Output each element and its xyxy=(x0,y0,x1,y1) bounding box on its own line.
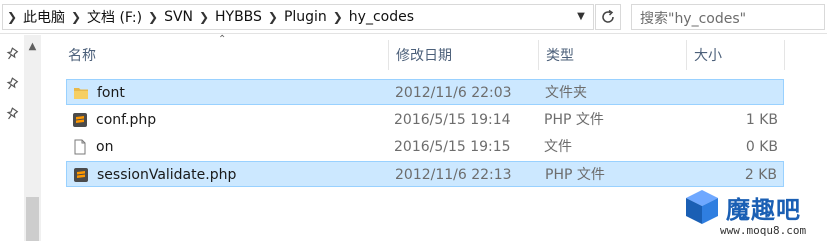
address-toolbar: ❯ 此电脑 ❯ 文档 (F:) ❯ SVN ❯ HYBBS ❯ Plugin ❯… xyxy=(0,0,827,34)
chevron-right-icon[interactable]: ❯ xyxy=(329,10,347,24)
breadcrumb-item-hy-codes[interactable]: hy_codes xyxy=(347,9,416,25)
chevron-down-icon[interactable]: ▼ xyxy=(573,9,589,25)
blank-file-icon xyxy=(74,139,86,155)
file-size: 0 KB xyxy=(745,139,778,155)
file-date: 2016/5/15 19:14 xyxy=(394,112,511,128)
file-name: conf.php xyxy=(96,112,157,128)
file-type: PHP 文件 xyxy=(545,167,605,183)
chevron-right-icon[interactable]: ❯ xyxy=(67,10,85,24)
chevron-right-icon[interactable]: ❯ xyxy=(264,10,282,24)
pin-icon[interactable] xyxy=(5,77,19,91)
sublime-file-icon xyxy=(73,113,87,127)
chevron-right-icon[interactable]: ❯ xyxy=(3,10,21,24)
file-row-conf-php[interactable]: conf.php 2016/5/15 19:14 PHP 文件 1 KB xyxy=(66,107,784,133)
breadcrumb-item-this-pc[interactable]: 此电脑 xyxy=(21,7,67,27)
watermark-logo: 魔趣吧 www.moqu8.com xyxy=(680,186,827,241)
chevron-right-icon[interactable]: ❯ xyxy=(195,10,213,24)
file-type: 文件 xyxy=(544,139,572,155)
column-header-size[interactable]: 大小 xyxy=(686,36,784,72)
scroll-up-arrow-icon[interactable]: ▲ xyxy=(24,41,41,55)
file-row-font[interactable]: font 2012/11/6 22:03 文件夹 xyxy=(66,79,784,105)
file-date: 2012/11/6 22:13 xyxy=(395,167,512,183)
search-input[interactable]: 搜索"hy_codes" xyxy=(631,4,825,30)
breadcrumb-item-svn[interactable]: SVN xyxy=(162,9,195,25)
breadcrumb: ❯ 此电脑 ❯ 文档 (F:) ❯ SVN ❯ HYBBS ❯ Plugin ❯… xyxy=(3,5,416,29)
column-header-name[interactable]: 名称 xyxy=(60,36,388,72)
refresh-button[interactable] xyxy=(595,4,621,30)
file-name: font xyxy=(97,85,125,101)
cube-logo-icon xyxy=(686,190,718,224)
column-divider[interactable] xyxy=(784,40,785,70)
breadcrumb-item-hybbs[interactable]: HYBBS xyxy=(213,9,264,25)
breadcrumb-item-plugin[interactable]: Plugin xyxy=(282,9,329,25)
address-bar[interactable]: ❯ 此电脑 ❯ 文档 (F:) ❯ SVN ❯ HYBBS ❯ Plugin ❯… xyxy=(2,4,594,30)
nav-scrollbar[interactable]: ▲ xyxy=(24,35,41,241)
file-row-sessionvalidate-php[interactable]: sessionValidate.php 2012/11/6 22:13 PHP … xyxy=(66,161,784,187)
file-date: 2012/11/6 22:03 xyxy=(395,85,512,101)
file-row-on[interactable]: on 2016/5/15 19:15 文件 0 KB xyxy=(66,134,784,160)
watermark-url: www.moqu8.com xyxy=(720,224,807,237)
chevron-right-icon[interactable]: ❯ xyxy=(144,10,162,24)
column-header-type[interactable]: 类型 xyxy=(538,36,686,72)
refresh-icon xyxy=(602,9,614,23)
folder-icon xyxy=(74,88,88,99)
file-name: on xyxy=(96,139,114,155)
file-type: PHP 文件 xyxy=(544,112,604,128)
file-type: 文件夹 xyxy=(545,85,587,101)
pin-icon[interactable] xyxy=(5,107,19,121)
column-header-date[interactable]: 修改日期 xyxy=(388,36,538,72)
scrollbar-thumb[interactable] xyxy=(26,197,39,241)
file-size: 2 KB xyxy=(744,167,777,183)
file-name: sessionValidate.php xyxy=(97,167,237,183)
pin-icon[interactable] xyxy=(5,47,19,61)
watermark-title: 魔趣吧 xyxy=(726,196,801,224)
file-size: 1 KB xyxy=(745,112,778,128)
breadcrumb-item-drive[interactable]: 文档 (F:) xyxy=(85,7,144,27)
sublime-file-icon xyxy=(74,168,88,182)
file-date: 2016/5/15 19:15 xyxy=(394,139,511,155)
